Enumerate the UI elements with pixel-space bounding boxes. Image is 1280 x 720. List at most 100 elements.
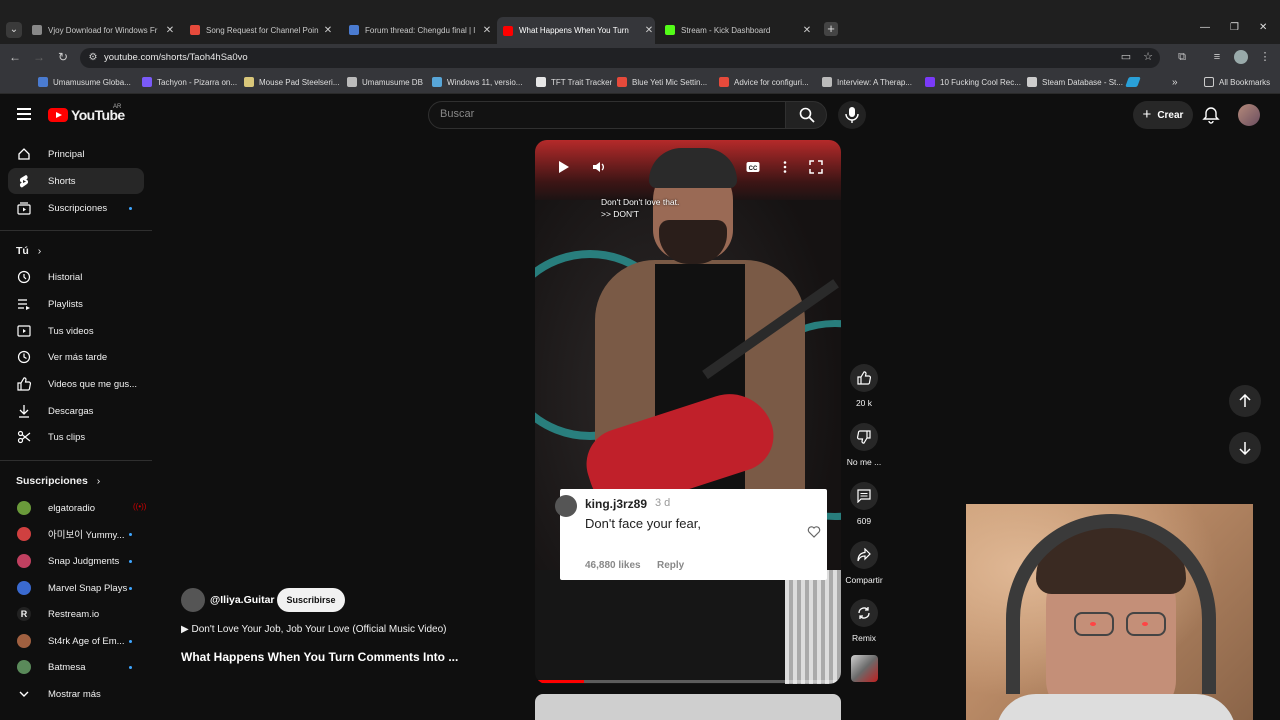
bookmark-item[interactable]: Tachyon - Pizarra on... (142, 77, 237, 87)
url-text[interactable]: youtube.com/shorts/Taoh4hSa0vo (104, 52, 248, 63)
chevron-right-icon: › (96, 475, 101, 487)
sidebar-item[interactable]: Playlists (8, 291, 144, 317)
playlists-icon (18, 299, 30, 310)
account-avatar[interactable] (1238, 104, 1260, 126)
dislike-button[interactable] (850, 423, 878, 451)
site-info-icon[interactable]: ⚙ (86, 51, 100, 65)
bookmark-item[interactable]: Umamusume DB (347, 77, 423, 87)
fullscreen-icon[interactable] (809, 160, 823, 174)
subscription-item[interactable]: R Restream.io (8, 601, 144, 627)
sidebar-item[interactable]: Ver más tarde (8, 344, 144, 370)
subscription-item[interactable]: elgatoradio ((•)) (8, 495, 147, 521)
youtube-logo-icon[interactable] (48, 108, 68, 122)
short-title[interactable]: What Happens When You Turn Comments Into… (181, 650, 458, 664)
profile-icon[interactable] (1234, 50, 1248, 64)
sidebar-item[interactable]: Historial (8, 264, 144, 290)
channel-name[interactable]: @Iliya.Guitar (210, 594, 275, 606)
close-window-icon[interactable]: ✕ (1259, 22, 1267, 33)
bookmark-item[interactable]: 10 Fucking Cool Rec... (925, 77, 1021, 87)
browser-tab[interactable]: Forum thread: Chengdu final | l ✕ (349, 20, 493, 40)
all-bookmarks[interactable]: All Bookmarks (1204, 77, 1270, 87)
notifications-bell-icon[interactable] (1202, 106, 1220, 124)
restore-icon[interactable]: ❐ (1230, 22, 1239, 33)
short-video-player[interactable]: Don't Don't love that. >> DON'T CC (535, 140, 841, 684)
search-input-box[interactable] (428, 101, 786, 129)
audio-track-thumbnail[interactable] (851, 655, 878, 682)
channel-avatar (17, 660, 31, 674)
channel-avatar (17, 501, 31, 515)
subscription-item[interactable]: 아미보이 Yummy... (8, 521, 144, 547)
install-app-icon[interactable]: ▭ (1119, 50, 1133, 64)
comments-button[interactable] (850, 482, 878, 510)
previous-short-button[interactable] (1229, 385, 1261, 417)
share-button[interactable] (850, 541, 878, 569)
subscription-item[interactable]: St4rk Age of Em... (8, 628, 144, 654)
tab-close-icon[interactable]: ✕ (643, 25, 655, 36)
hamburger-menu-icon[interactable] (17, 108, 31, 120)
video-caption: Don't Don't love that. >> DON'T (601, 197, 680, 219)
bookmark-item[interactable]: TFT Trait Tracker (536, 77, 612, 87)
browser-tab[interactable]: Vjoy Download for Windows Fr ✕ (32, 20, 176, 40)
sidebar-item[interactable]: Descargas (8, 398, 144, 424)
subscriptions-icon (17, 202, 31, 215)
search-button[interactable] (785, 101, 827, 129)
bookmark-item[interactable]: Mouse Pad Steelseri... (244, 77, 339, 87)
tab-search-icon[interactable]: ⌄ (6, 22, 22, 38)
live-icon: ((•)) (133, 502, 147, 511)
new-tab-button[interactable]: + (824, 22, 838, 36)
you-section-title[interactable]: Tú › (16, 245, 41, 257)
extensions-icon[interactable]: ⧉ (1175, 50, 1189, 64)
next-short-preview[interactable] (535, 694, 841, 720)
bookmark-item[interactable]: Steam Database - St... (1027, 77, 1123, 87)
search-input[interactable]: Buscar (440, 108, 474, 120)
voice-search-button[interactable] (838, 101, 866, 129)
sidebar-item[interactable]: Principal (8, 141, 144, 167)
more-options-icon[interactable] (778, 160, 792, 174)
subscriptions-section-title[interactable]: Suscripciones › (16, 475, 100, 487)
bookmark-star-icon[interactable]: ☆ (1141, 50, 1155, 64)
bookmark-favicon-icon (347, 77, 357, 87)
browser-tab[interactable]: What Happens When You Turn ✕ (497, 17, 655, 44)
create-button[interactable]: + Crear (1133, 101, 1193, 129)
subscription-item[interactable]: Snap Judgments (8, 548, 144, 574)
sidebar-item[interactable]: Shorts (8, 168, 144, 194)
subscription-item[interactable]: Batmesa (8, 654, 144, 680)
sidebar-item[interactable]: Tus videos (8, 318, 144, 344)
media-control-icon[interactable]: ≡ (1210, 50, 1224, 64)
tab-close-icon[interactable]: ✕ (164, 25, 176, 36)
bookmark-item[interactable]: Advice for configuri... (719, 77, 809, 87)
bookmarks-overflow-icon[interactable]: » (1172, 77, 1178, 88)
browser-tab[interactable]: Stream - Kick Dashboard ✕ (665, 20, 813, 40)
bookmark-item[interactable]: Blue Yeti Mic Settin... (617, 77, 707, 87)
subscription-item[interactable]: Marvel Snap Plays (8, 575, 144, 601)
sidebar-item[interactable]: Tus clips (8, 424, 144, 450)
tab-close-icon[interactable]: ✕ (481, 25, 493, 36)
music-link[interactable]: ▶ Don't Love Your Job, Job Your Love (Of… (181, 624, 447, 635)
reload-icon[interactable]: ↻ (56, 50, 70, 64)
next-short-button[interactable] (1229, 432, 1261, 464)
commenter-username: king.j3rz89 (585, 497, 648, 511)
volume-icon[interactable] (592, 160, 606, 174)
subscribe-button[interactable]: Suscribirse (277, 588, 345, 612)
bookmark-item[interactable]: Umamusume Globa... (38, 77, 131, 87)
tab-close-icon[interactable]: ✕ (801, 25, 813, 36)
forward-icon[interactable]: → (32, 50, 46, 64)
browser-menu-icon[interactable]: ⋮ (1258, 50, 1272, 64)
bookmark-favicon-icon (617, 77, 627, 87)
minimize-icon[interactable]: — (1200, 22, 1210, 33)
play-icon[interactable] (556, 160, 570, 174)
browser-tab[interactable]: Song Request for Channel Poin ✕ (190, 20, 334, 40)
video-progress-bar[interactable] (535, 680, 841, 683)
bookmark-item[interactable]: Windows 11, versio... (432, 77, 522, 87)
channel-avatar[interactable] (181, 588, 205, 612)
remix-button[interactable] (850, 599, 878, 627)
bookmark-item[interactable]: Interview: A Therap... (822, 77, 912, 87)
bookmark-favicon-icon (244, 77, 254, 87)
sidebar-item[interactable]: Videos que me gus... (8, 371, 144, 397)
show-more-button[interactable]: Mostrar más (8, 681, 144, 707)
captions-icon[interactable]: CC (746, 160, 760, 174)
sidebar-item[interactable]: Suscripciones (8, 195, 144, 221)
like-button[interactable] (850, 364, 878, 392)
tab-close-icon[interactable]: ✕ (322, 25, 334, 36)
back-icon[interactable]: ← (8, 50, 22, 64)
